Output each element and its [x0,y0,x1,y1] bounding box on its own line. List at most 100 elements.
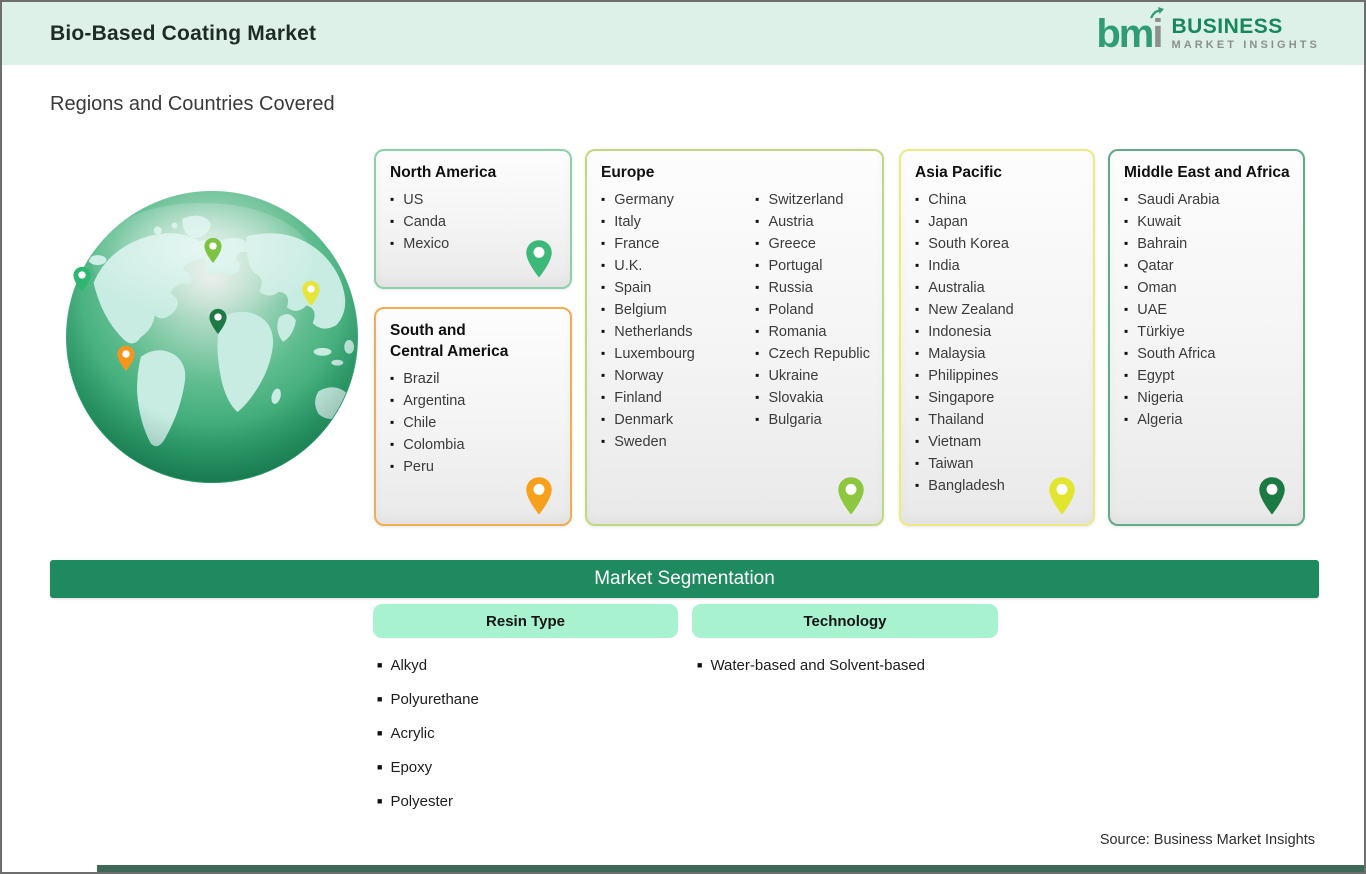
map-pin-icon [524,476,554,516]
list-item: Germany [601,189,747,211]
list-item: Switzerland [755,189,870,211]
list-item: US [390,189,558,211]
list-item: Saudi Arabia [1124,189,1291,211]
region-title: Asia Pacific [915,164,1003,181]
technology-list: Water-based and Solvent-based [697,656,925,690]
list-item: Kuwait [1124,211,1291,233]
map-pin-icon [524,239,554,279]
globe-pin-asia-pacific-icon [301,280,321,307]
section-subtitle: Regions and Countries Covered [50,93,335,115]
country-list-col2: SwitzerlandAustriaGreecePortugalRussiaPo… [755,189,870,453]
list-item: France [601,233,747,255]
list-item: Taiwan [915,453,1081,475]
list-item: Japan [915,211,1081,233]
list-item: Oman [1124,277,1291,299]
list-item: Ukraine [755,365,870,387]
list-item: Finland [601,387,747,409]
list-item: Malaysia [915,343,1081,365]
list-item: Colombia [390,434,558,456]
region-title: Middle East and Africa [1124,164,1290,181]
bmi-logo: bmi BUSINESS MARKET INSIGHTS [1096,6,1320,56]
region-card-south-central-america: South andCentral America BrazilArgentina… [374,307,572,526]
list-item: Alkyd [377,656,479,677]
list-item: Greece [755,233,870,255]
list-item: Italy [601,211,747,233]
list-item: Austria [755,211,870,233]
list-item: Chile [390,412,558,434]
list-item: Portugal [755,255,870,277]
list-item: Russia [755,277,870,299]
list-item: Nigeria [1124,387,1291,409]
list-item: Sweden [601,431,747,453]
europe-country-columns: GermanyItalyFranceU.K.SpainBelgiumNether… [601,189,870,453]
resin-type-list: Alkyd Polyurethane Acrylic Epoxy Polyester [377,656,479,826]
list-item: Acrylic [377,724,479,745]
country-list: ChinaJapanSouth KoreaIndiaAustraliaNew Z… [915,189,1081,497]
region-card-middle-east-africa: Middle East and Africa Saudi ArabiaKuwai… [1108,149,1305,526]
list-item: Polyester [377,792,479,813]
logo-line2: MARKET INSIGHTS [1171,38,1320,51]
country-list: BrazilArgentinaChileColombiaPeru [390,368,558,478]
logo-text: BUSINESS MARKET INSIGHTS [1171,14,1320,52]
list-item: Canda [390,211,558,233]
region-card-europe: Europe GermanyItalyFranceU.K.SpainBelgiu… [585,149,884,526]
logo-mark-i: i [1150,6,1165,56]
list-item: Brazil [390,368,558,390]
list-item: Algeria [1124,409,1291,431]
globe-pin-south-america-icon [116,345,136,372]
globe-svg [65,190,359,484]
list-item: Singapore [915,387,1081,409]
country-list-col1: GermanyItalyFranceU.K.SpainBelgiumNether… [601,189,747,453]
market-segmentation-bar: Market Segmentation [50,560,1319,598]
segment-pill-technology: Technology [692,604,998,638]
list-item: Belgium [601,299,747,321]
region-card-asia-pacific: Asia Pacific ChinaJapanSouth KoreaIndiaA… [899,149,1095,526]
list-item: Poland [755,299,870,321]
globe-pin-europe-icon [203,237,223,264]
list-item: Thailand [915,409,1081,431]
bottom-accent-bar [97,865,1364,872]
list-item: New Zealand [915,299,1081,321]
map-pin-icon [836,476,866,516]
list-item: Egypt [1124,365,1291,387]
source-note: Source: Business Market Insights [1099,832,1315,848]
region-title: Europe [601,164,655,181]
logo-arrow-icon [1150,6,1165,19]
globe-illustration [64,189,360,485]
list-item: UAE [1124,299,1291,321]
list-item: Slovakia [755,387,870,409]
logo-mark-bm: bm [1096,11,1154,56]
country-list: Saudi ArabiaKuwaitBahrainQatarOmanUAETür… [1124,189,1291,431]
logo-line1: BUSINESS [1171,14,1283,38]
list-item: Bahrain [1124,233,1291,255]
list-item: India [915,255,1081,277]
list-item: Romania [755,321,870,343]
list-item: Philippines [915,365,1081,387]
list-item: South Africa [1124,343,1291,365]
list-item: Water-based and Solvent-based [697,656,925,677]
list-item: Czech Republic [755,343,870,365]
list-item: China [915,189,1081,211]
region-title: South and Central America [390,322,509,360]
globe-pin-north-america-icon [72,266,92,293]
list-item: Norway [601,365,747,387]
list-item: Vietnam [915,431,1081,453]
map-pin-icon [1257,476,1287,516]
list-item: Luxembourg [601,343,747,365]
list-item: Polyurethane [377,690,478,711]
list-item: U.K. [601,255,747,277]
page-title: Bio-Based Coating Market [50,21,317,45]
list-item: Netherlands [601,321,747,343]
list-item: Bulgaria [755,409,870,431]
map-pin-icon [1047,476,1077,516]
list-item: Australia [915,277,1081,299]
infographic-frame: Bio-Based Coating Market bmi BUSINESS MA… [0,0,1366,874]
header: Bio-Based Coating Market bmi BUSINESS MA… [2,2,1364,65]
list-item: Epoxy [377,758,479,779]
list-item: Qatar [1124,255,1291,277]
segment-pill-resin-type: Resin Type [373,604,678,638]
list-item: Türkiye [1124,321,1291,343]
region-title: North America [390,164,497,181]
list-item: Denmark [601,409,747,431]
list-item: Spain [601,277,747,299]
